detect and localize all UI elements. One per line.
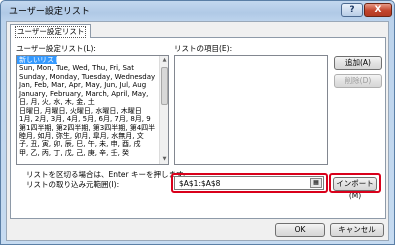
dialog-title: ユーザー設定リスト xyxy=(9,7,90,17)
list-item[interactable]: 新しいリスト xyxy=(17,56,57,65)
custom-lists-dialog: ユーザー設定リスト ? X ユーザー設定リスト ユーザー設定リスト(L): 新し… xyxy=(0,0,395,245)
list-item[interactable]: 睦月, 如月, 弥生, 卯月, 皐月, 水無月, 文 xyxy=(17,132,159,140)
import-highlight-frame xyxy=(329,173,381,193)
listbox-scrollbar[interactable]: ▲ ▼ xyxy=(159,56,168,164)
list-entries-label: リストの項目(E): xyxy=(174,44,233,53)
add-button[interactable]: 追加(A) xyxy=(334,56,382,70)
scroll-up-icon[interactable]: ▲ xyxy=(160,56,168,65)
custom-lists-listbox[interactable]: 新しいリスト Sun, Mon, Tue, Wed, Thu, Fri, Sat… xyxy=(16,55,169,165)
range-highlight-frame xyxy=(171,173,328,193)
dialog-body: ユーザー設定リスト ユーザー設定リスト(L): 新しいリスト Sun, Mon,… xyxy=(6,21,389,241)
custom-lists-label: ユーザー設定リスト(L): xyxy=(16,44,96,53)
ok-button[interactable]: OK xyxy=(275,223,325,237)
list-item[interactable]: Sun, Mon, Tue, Wed, Thu, Fri, Sat xyxy=(17,64,159,72)
list-item[interactable]: 日, 月, 火, 水, 木, 金, 土 xyxy=(17,98,159,106)
list-item[interactable]: 第1四半期, 第2四半期, 第3四半期, 第4四半 xyxy=(17,124,159,132)
list-item[interactable]: 1月, 2月, 3月, 4月, 5月, 6月, 7月, 8月, 9 xyxy=(17,115,159,123)
close-button[interactable]: X xyxy=(364,3,392,17)
title-bar[interactable]: ユーザー設定リスト ? X xyxy=(1,1,394,19)
list-item[interactable]: Sunday, Monday, Tuesday, Wednesday xyxy=(17,73,159,81)
delete-button[interactable]: 削除(D) xyxy=(334,74,382,88)
tab-label: ユーザー設定リスト xyxy=(15,26,87,38)
help-button[interactable]: ? xyxy=(341,3,363,17)
list-item[interactable]: January, February, March, April, May, xyxy=(17,90,159,98)
import-range-label: リストの取り込み元範囲(I): xyxy=(26,180,120,189)
scroll-down-icon[interactable]: ▼ xyxy=(160,155,168,164)
tab-panel: ユーザー設定リスト(L): 新しいリスト Sun, Mon, Tue, Wed,… xyxy=(10,37,386,219)
list-items: 新しいリスト Sun, Mon, Tue, Wed, Thu, Fri, Sat… xyxy=(17,56,168,157)
list-item[interactable]: Jan, Feb, Mar, Apr, May, Jun, Jul, Aug xyxy=(17,81,159,89)
list-item[interactable]: 甲, 乙, 丙, 丁, 戊, 己, 庚, 辛, 壬, 癸 xyxy=(17,149,159,157)
cancel-button[interactable]: キャンセル xyxy=(330,223,384,237)
tab-custom-lists[interactable]: ユーザー設定リスト xyxy=(10,24,92,38)
list-item[interactable]: 子, 丑, 寅, 卯, 辰, 巳, 午, 未, 申, 酉, 戌 xyxy=(17,140,159,148)
list-entries-textarea[interactable] xyxy=(174,55,328,165)
scroll-thumb[interactable] xyxy=(161,67,168,105)
list-item[interactable]: 日曜日, 月曜日, 火曜日, 水曜日, 木曜日 xyxy=(17,107,159,115)
